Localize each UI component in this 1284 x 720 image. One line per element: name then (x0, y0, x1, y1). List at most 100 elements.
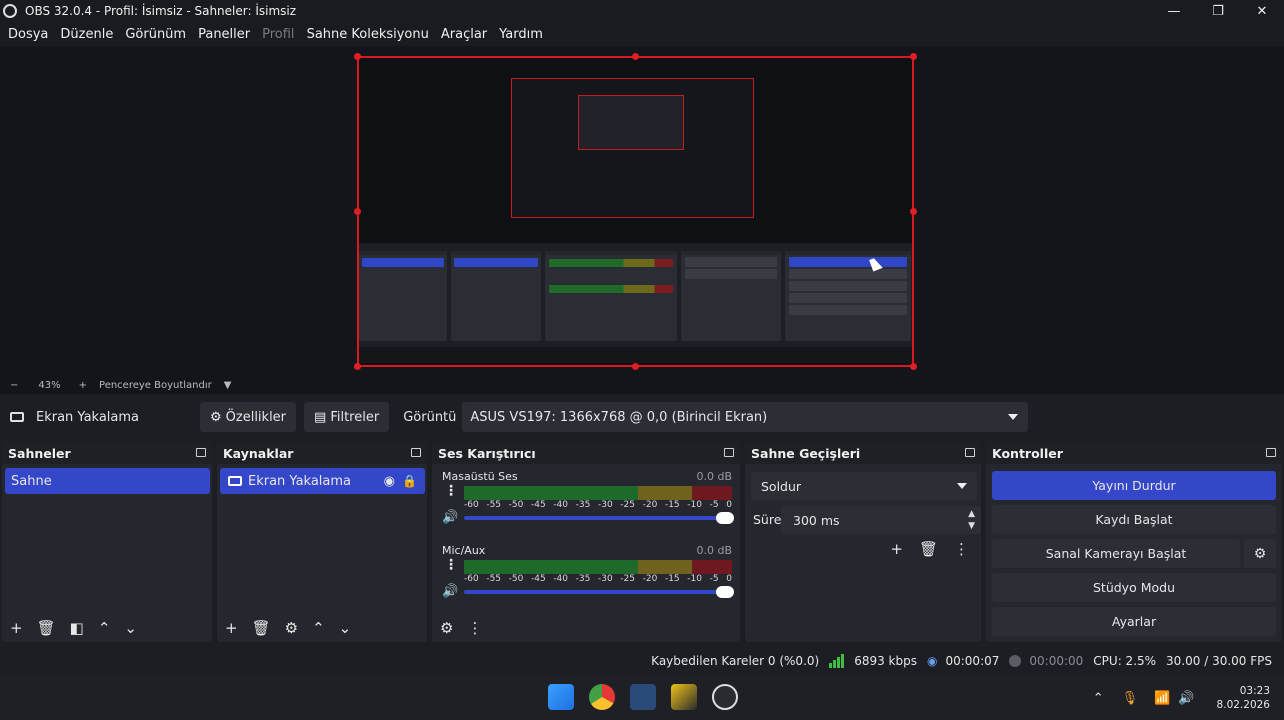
tick-label: -40 (553, 500, 569, 510)
chevron-up-icon[interactable]: ⌃ (1093, 691, 1104, 706)
undock-icon[interactable] (965, 448, 975, 457)
properties-button[interactable]: ⚙ Özellikler (200, 402, 297, 432)
source-toolbar: Ekran Yakalama ⚙ Özellikler ▤ Filtreler … (0, 398, 1284, 436)
resize-handle-bl[interactable] (354, 363, 361, 370)
chevron-up-icon[interactable]: ⌃ (98, 619, 111, 637)
monitor-icon (10, 412, 24, 422)
preview-area[interactable] (0, 46, 1284, 376)
undock-icon[interactable] (1266, 448, 1276, 457)
add-source-icon[interactable]: + (225, 619, 238, 637)
filters-label: Filtreler (330, 409, 380, 425)
tick-label: -5 (709, 574, 719, 584)
chrome-icon[interactable] (589, 684, 615, 710)
tick-label: 0 (726, 574, 732, 584)
virtual-camera-button[interactable]: Sanal Kamerayı Başlat (992, 539, 1240, 568)
menu-view[interactable]: Görünüm (119, 27, 192, 42)
chevron-down-icon[interactable]: ⌄ (339, 619, 352, 637)
volume-slider[interactable] (464, 586, 734, 598)
trash-icon[interactable]: 🗑 (919, 540, 938, 558)
filters-button[interactable]: ▤ Filtreler (304, 402, 390, 432)
volume-meter (464, 560, 732, 574)
slider-knob[interactable] (716, 512, 734, 524)
virtual-camera-settings-button[interactable]: ⚙ (1244, 539, 1276, 568)
zoom-bar: − 43% + Pencereye Boyutlandır ▼ (0, 376, 1284, 394)
menu-file[interactable]: Dosya (2, 27, 54, 42)
scene-list-item[interactable]: Sahne (5, 468, 210, 494)
meter-scale: -60 -55 -50 -45 -40 -35 -30 -25 -20 -15 -10 -5 0 (464, 574, 732, 584)
gear-icon[interactable]: ⚙ (285, 619, 298, 637)
transition-select[interactable]: Soldur (751, 472, 977, 500)
resize-handle-tl[interactable] (354, 53, 361, 60)
slider-knob[interactable] (716, 586, 734, 598)
add-scene-icon[interactable]: + (10, 619, 23, 637)
duration-input[interactable]: 300 ms ▲ ▼ (781, 506, 981, 534)
advanced-audio-icon[interactable]: ⚙ (440, 619, 453, 637)
menu-docks[interactable]: Paneller (192, 27, 256, 42)
volume-icon[interactable]: 🔊 (1178, 691, 1194, 706)
speaker-icon[interactable]: 🔊 (442, 510, 458, 525)
minimize-button[interactable]: — (1152, 0, 1196, 22)
microphone-icon[interactable]: 🎙 (1122, 691, 1139, 706)
nested-scenes-panel (359, 251, 447, 341)
controls-header: Kontroller (986, 442, 1282, 464)
undock-icon[interactable] (724, 448, 734, 457)
undock-icon[interactable] (411, 448, 421, 457)
maximize-button[interactable]: ❐ (1196, 0, 1240, 22)
controls-dock: Kontroller Yayını Durdur Kaydı Başlat Sa… (986, 442, 1282, 642)
start-record-button[interactable]: Kaydı Başlat (992, 505, 1276, 534)
zoom-dropdown-icon[interactable]: ▼ (224, 380, 232, 391)
tick-label: 0 (726, 500, 732, 510)
menu-edit[interactable]: Düzenle (54, 27, 119, 42)
resize-handle-l[interactable] (354, 208, 361, 215)
volume-slider[interactable] (464, 512, 734, 524)
more-icon[interactable]: ⋮ (954, 540, 969, 558)
scene-filter-icon[interactable]: ◧ (70, 619, 84, 637)
chevron-up-icon[interactable]: ⌃ (312, 619, 325, 637)
sources-header: Kaynaklar (217, 442, 427, 464)
speaker-icon[interactable]: 🔊 (442, 584, 458, 599)
more-icon[interactable]: ⋮ (467, 619, 482, 637)
display-select-value: ASUS VS197: 1366x768 @ 0,0 (Birincil Ekr… (470, 409, 768, 425)
steam-icon[interactable] (630, 684, 656, 710)
close-button[interactable]: ✕ (1240, 0, 1284, 22)
volume-meter (464, 486, 732, 500)
spin-arrows-icon[interactable]: ▲ ▼ (968, 508, 975, 532)
add-transition-icon[interactable]: + (890, 540, 903, 558)
chevron-down-icon[interactable]: ⌄ (124, 619, 137, 637)
source-list-item[interactable]: Ekran Yakalama ◉ 🔒 (220, 468, 425, 494)
os-taskbar: ⌃ 🎙 📶 🔊 03:23 8.02.2026 (0, 676, 1284, 720)
game-app-icon[interactable] (671, 684, 697, 710)
windows-start-icon[interactable] (548, 684, 574, 710)
channel-db: 0.0 dB (696, 544, 732, 557)
eye-icon[interactable]: ◉ (384, 474, 395, 489)
resize-handle-r[interactable] (910, 208, 917, 215)
taskbar-clock[interactable]: 03:23 8.02.2026 (1217, 684, 1270, 712)
preview-source-frame[interactable] (357, 56, 914, 367)
resize-handle-t[interactable] (632, 53, 639, 60)
more-icon[interactable]: ⋮ (444, 558, 458, 572)
obs-taskbar-icon[interactable] (712, 684, 738, 710)
resize-handle-tr[interactable] (910, 53, 917, 60)
zoom-out-button[interactable]: − (10, 380, 18, 391)
tick-label: -60 (464, 500, 479, 510)
zoom-in-button[interactable]: + (79, 380, 87, 391)
trash-icon[interactable]: 🗑 (252, 619, 271, 637)
undock-icon[interactable] (196, 448, 206, 457)
more-icon[interactable]: ⋮ (444, 484, 458, 498)
fit-window-label[interactable]: Pencereye Boyutlandır (99, 380, 212, 391)
menu-scene-collection[interactable]: Sahne Koleksiyonu (301, 27, 435, 42)
menu-tools[interactable]: Araçlar (435, 27, 493, 42)
lock-icon[interactable]: 🔒 (402, 474, 417, 488)
trash-icon[interactable]: 🗑 (37, 619, 56, 637)
menu-help[interactable]: Yardım (493, 27, 549, 42)
wifi-icon[interactable]: 📶 (1154, 691, 1170, 706)
resize-handle-b[interactable] (632, 363, 639, 370)
menu-profile[interactable]: Profil (256, 27, 300, 42)
resize-handle-br[interactable] (910, 363, 917, 370)
stop-stream-button[interactable]: Yayını Durdur (992, 471, 1276, 500)
studio-mode-button[interactable]: Stüdyo Modu (992, 573, 1276, 602)
scenes-footer: + 🗑 ◧ ⌃ ⌄ (2, 614, 212, 642)
display-select[interactable]: ASUS VS197: 1366x768 @ 0,0 (Birincil Ekr… (462, 402, 1029, 432)
settings-button[interactable]: Ayarlar (992, 607, 1276, 636)
transitions-footer: + 🗑 ⋮ (890, 540, 969, 558)
